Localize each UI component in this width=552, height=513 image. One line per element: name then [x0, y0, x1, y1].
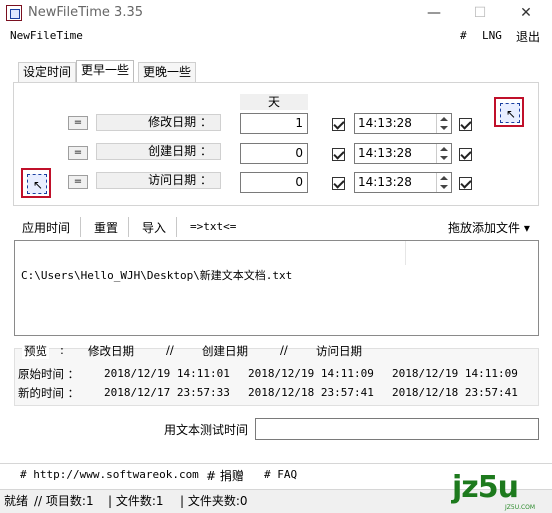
- menu-exit[interactable]: 退出: [516, 28, 540, 45]
- row-modified-days-input[interactable]: 1: [240, 113, 308, 134]
- preview-header-colon: :: [60, 343, 64, 357]
- row-created-time-value: 14:13:28: [358, 146, 412, 160]
- app-icon: [6, 5, 22, 21]
- new-created-value: 2018/12/18 23:57:41: [248, 386, 374, 399]
- list-column-divider: [405, 241, 406, 265]
- row-modified-time-checkbox[interactable]: [459, 118, 472, 131]
- row-created-time-input[interactable]: 14:13:28: [354, 143, 452, 164]
- import-button[interactable]: 导入: [142, 219, 166, 236]
- drag-target-icon-right[interactable]: [494, 97, 524, 127]
- row-accessed-time-spinner[interactable]: [436, 173, 451, 192]
- watermark-subtext: JZ5U.COM: [505, 504, 536, 511]
- row-created-time-checkbox[interactable]: [459, 148, 472, 161]
- preview-header-label: 预览: [22, 343, 49, 359]
- tab-earlier[interactable]: 更早一些: [76, 60, 135, 82]
- row-modified-time-spinner[interactable]: [436, 114, 451, 133]
- watermark-logo: jz5u: [452, 470, 519, 505]
- menu-hash[interactable]: #: [460, 29, 467, 42]
- window-title: NewFileTime 3.35: [28, 5, 144, 20]
- original-accessed-value: 2018/12/19 14:11:09: [392, 367, 518, 380]
- row-accessed-eq-button[interactable]: =: [68, 175, 88, 189]
- toolbar-separator: [176, 217, 177, 237]
- reset-button[interactable]: 重置: [94, 219, 118, 236]
- drag-target-icon-left[interactable]: [21, 168, 51, 198]
- close-button[interactable]: ✕: [510, 3, 542, 23]
- preview-header-sep: //: [166, 343, 174, 357]
- toolbar-separator: [128, 217, 129, 237]
- tab-later[interactable]: 更晚一些: [138, 62, 197, 82]
- apply-time-button[interactable]: 应用时间: [22, 219, 70, 236]
- test-time-label: 用文本测试时间: [164, 423, 249, 437]
- original-created-value: 2018/12/19 14:11:09: [248, 367, 374, 380]
- row-modified-label: 修改日期 ：: [96, 114, 221, 131]
- toolbar-separator: [80, 217, 81, 237]
- preview-header-modified: 修改日期: [88, 344, 134, 358]
- status-file-count: | 文件数:1: [108, 494, 164, 508]
- preview-header-accessed: 访问日期: [316, 344, 362, 358]
- status-item-count: // 项目数:1: [34, 494, 94, 508]
- new-time-label: 新的时间 ：: [18, 386, 80, 400]
- test-time-input[interactable]: [255, 418, 539, 440]
- days-header: 天: [240, 94, 308, 110]
- row-modified-days-checkbox[interactable]: [332, 118, 345, 131]
- status-folder-count: | 文件夹数:0: [180, 494, 248, 508]
- tab-set-time[interactable]: 设定时间: [18, 62, 77, 82]
- row-created-label: 创建日期 ：: [96, 143, 221, 160]
- row-accessed-time-value: 14:13:28: [358, 175, 412, 189]
- row-accessed-time-input[interactable]: 14:13:28: [354, 172, 452, 193]
- donate-link[interactable]: # 捐赠: [206, 467, 244, 484]
- row-accessed-label: 访问日期 ：: [96, 172, 221, 189]
- row-accessed-days-input[interactable]: 0: [240, 172, 308, 193]
- status-ready: 就绪: [4, 494, 29, 508]
- row-created-time-spinner[interactable]: [436, 144, 451, 163]
- maximize-button[interactable]: ☐: [464, 3, 496, 23]
- minimize-button[interactable]: —: [418, 3, 450, 23]
- menu-app[interactable]: NewFileTime: [10, 29, 83, 42]
- faq-link[interactable]: # FAQ: [264, 468, 297, 481]
- row-created-days-checkbox[interactable]: [332, 148, 345, 161]
- row-modified-time-value: 14:13:28: [358, 116, 412, 130]
- list-item[interactable]: C:\Users\Hello_WJH\Desktop\新建文本文档.txt: [21, 267, 292, 283]
- preview-header-created: 创建日期: [202, 344, 248, 358]
- to-txt-button[interactable]: =>txt<=: [190, 220, 236, 233]
- new-accessed-value: 2018/12/18 23:57:41: [392, 386, 518, 399]
- file-list[interactable]: C:\Users\Hello_WJH\Desktop\新建文本文档.txt: [14, 240, 539, 336]
- website-link[interactable]: # http://www.softwareok.com: [20, 468, 199, 481]
- row-accessed-time-checkbox[interactable]: [459, 177, 472, 190]
- row-created-days-input[interactable]: 0: [240, 143, 308, 164]
- row-modified-eq-button[interactable]: =: [68, 116, 88, 130]
- menu-language[interactable]: LNG: [482, 29, 502, 42]
- row-accessed-days-checkbox[interactable]: [332, 177, 345, 190]
- original-modified-value: 2018/12/19 14:11:01: [104, 367, 230, 380]
- row-modified-time-input[interactable]: 14:13:28: [354, 113, 452, 134]
- original-time-label: 原始时间 ：: [18, 367, 80, 381]
- preview-header-sep: //: [280, 343, 288, 357]
- drag-add-files-dropdown[interactable]: 拖放添加文件 ▾: [448, 219, 530, 236]
- row-created-eq-button[interactable]: =: [68, 146, 88, 160]
- new-modified-value: 2018/12/17 23:57:33: [104, 386, 230, 399]
